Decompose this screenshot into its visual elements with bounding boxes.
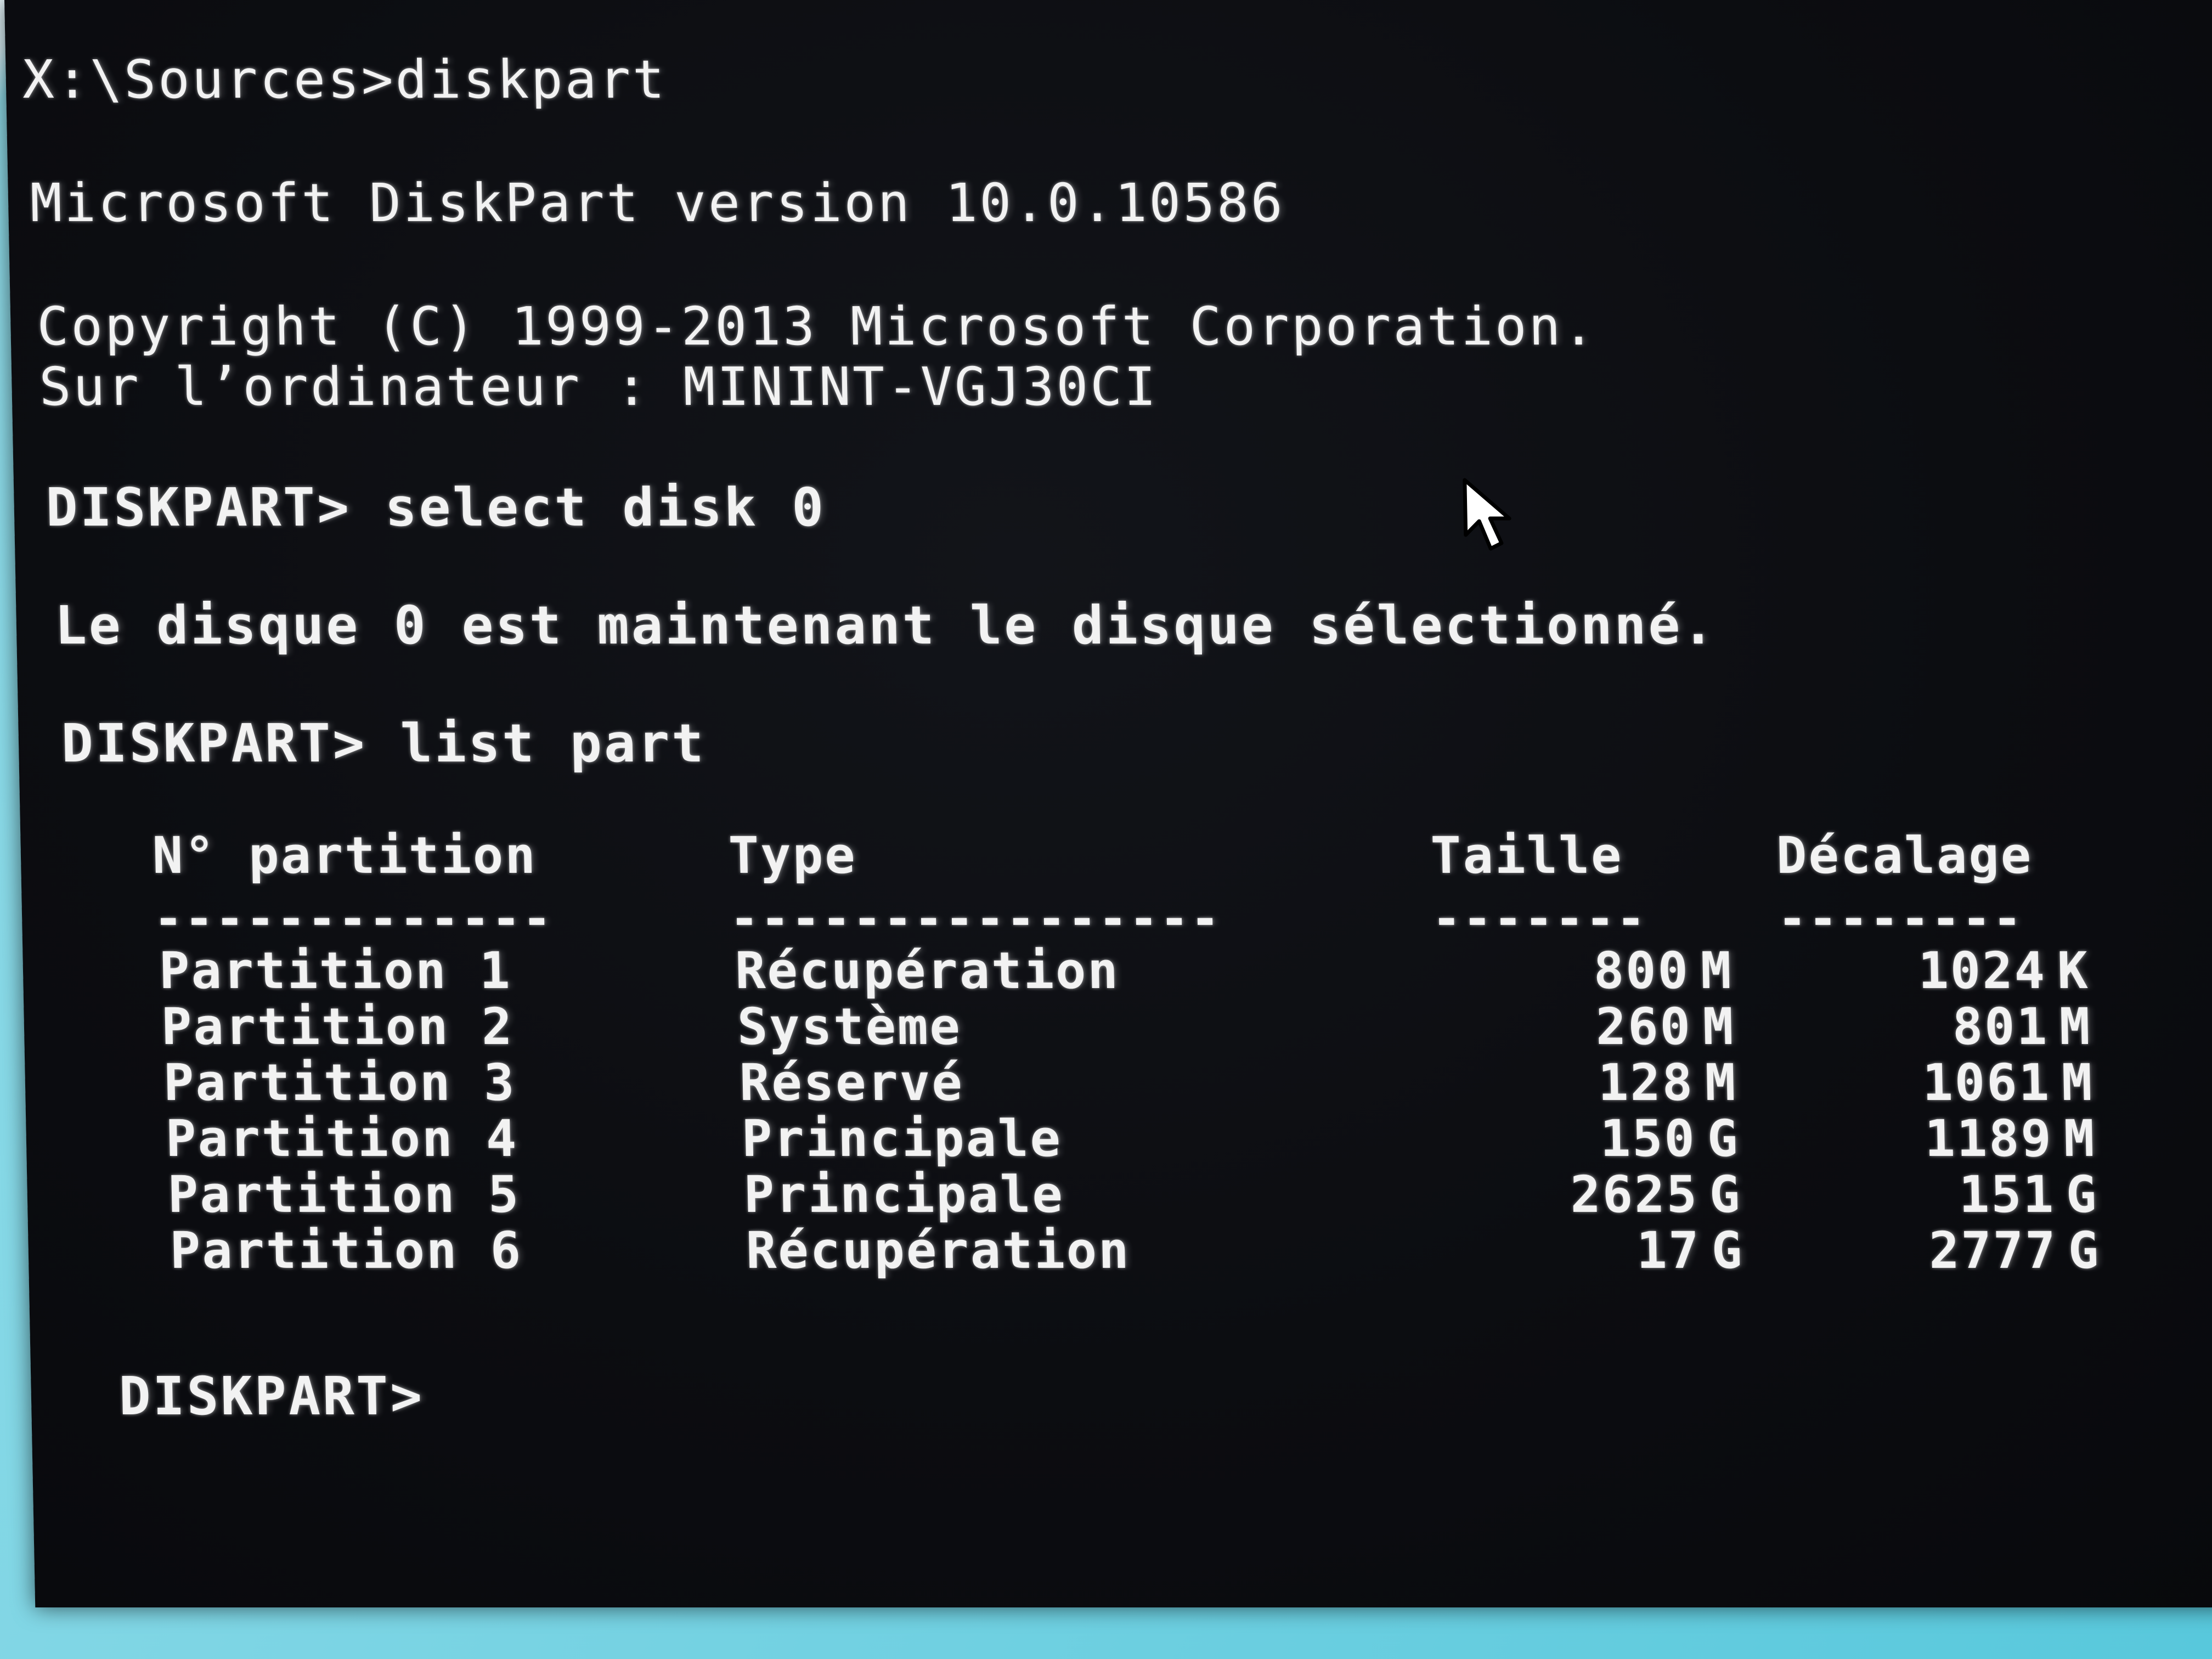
cell-partition: Partition 4 — [165, 1109, 519, 1168]
cell-type: Récupération — [734, 941, 1120, 1000]
disk-selected-message: Le disque 0 est maintenant le disque sél… — [54, 595, 1717, 656]
version-line: Microsoft DiskPart version 10.0.10586 — [30, 172, 1285, 234]
cell-size: 128 — [1597, 1053, 1695, 1112]
computer-name-line: Sur l’ordinateur : MININT-VGJ30CI — [38, 356, 1159, 417]
command-prompt-window[interactable]: X:\Sources>diskpart Microsoft DiskPart v… — [4, 0, 2212, 1607]
cell-type: Récupération — [745, 1221, 1131, 1280]
command-select-disk: DISKPART> select disk 0 — [45, 477, 827, 538]
table-row: Partition 6 Récupération 17 G 2777 G — [169, 1221, 2101, 1280]
cell-type: Principale — [741, 1109, 1063, 1168]
cell-size: 2625 — [1570, 1165, 1699, 1224]
cell-partition: Partition 1 — [158, 941, 512, 1000]
cell-size: 800 — [1593, 941, 1691, 1000]
cell-partition: Partition 2 — [160, 997, 515, 1056]
cell-offset: 1061 — [1922, 1053, 2051, 1112]
cell-size-unit: M — [1702, 997, 1736, 1056]
table-separator-row: ------------- ---------------- ------- -… — [152, 828, 2073, 947]
cell-size-unit: G — [1708, 1165, 1742, 1224]
cell-type: Principale — [743, 1165, 1065, 1224]
cell-offset: 801 — [1951, 997, 2049, 1056]
cell-offset-unit: M — [2063, 1109, 2097, 1168]
cell-offset-unit: M — [2058, 997, 2092, 1056]
cell-offset: 1189 — [1924, 1109, 2053, 1168]
cell-type: Réservé — [738, 1053, 964, 1112]
copyright-line: Copyright (C) 1999-2013 Microsoft Corpor… — [36, 296, 1598, 357]
table-row: Partition 2 Système 260 M 801 M — [160, 997, 2092, 1056]
cell-offset-unit: K — [2056, 941, 2090, 1000]
cell-size-unit: G — [1706, 1109, 1740, 1168]
separator-offset: -------- — [1777, 890, 2024, 947]
table-row: Partition 5 Principale 2625 G 151 G — [167, 1165, 2098, 1224]
cell-offset: 1024 — [1917, 941, 2047, 1000]
desktop-background: X:\Sources>diskpart Microsoft DiskPart v… — [0, 0, 2212, 1659]
cell-partition: Partition 6 — [169, 1221, 523, 1280]
table-row: Partition 4 Principale 150 G 1189 M — [165, 1109, 2096, 1168]
command-list-part: DISKPART> list part — [60, 713, 707, 774]
command-line-diskpart: X:\Sources>diskpart — [21, 49, 668, 110]
cell-size: 150 — [1599, 1109, 1697, 1168]
separator-type: ---------------- — [729, 890, 1222, 947]
separator-size: ------- — [1431, 890, 1648, 947]
cell-size-unit: M — [1704, 1053, 1738, 1112]
cell-offset-unit: G — [2067, 1221, 2101, 1280]
cell-offset: 2777 — [1928, 1221, 2058, 1280]
console-output: X:\Sources>diskpart Microsoft DiskPart v… — [22, 49, 2191, 1575]
cell-partition: Partition 3 — [162, 1053, 517, 1112]
mouse-pointer-icon — [1463, 478, 1511, 551]
cell-offset: 151 — [1958, 1165, 2056, 1224]
table-row: Partition 3 Réservé 128 M 1061 M — [162, 1053, 2094, 1112]
table-row: Partition 1 Récupération 800 M 1024 K — [158, 941, 2090, 1000]
cell-type: Système — [736, 997, 962, 1056]
cell-partition: Partition 5 — [167, 1165, 521, 1224]
cell-size: 260 — [1595, 997, 1692, 1056]
cell-offset-unit: G — [2065, 1165, 2099, 1224]
cell-size-unit: M — [1700, 941, 1734, 1000]
cell-offset-unit: M — [2061, 1053, 2095, 1112]
separator-partition: ------------- — [153, 890, 554, 947]
diskpart-prompt[interactable]: DISKPART> — [119, 1365, 425, 1427]
cell-size-unit: G — [1711, 1221, 1745, 1280]
partition-table: N° partition Type Taille Décalage ------… — [152, 826, 2101, 1322]
cell-size: 17 — [1635, 1221, 1701, 1280]
